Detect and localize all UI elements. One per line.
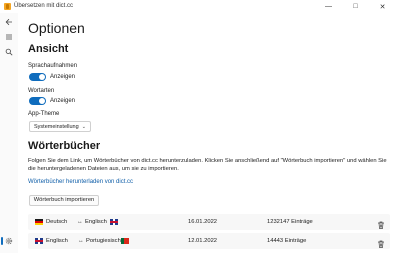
trash-icon[interactable] [376,217,386,229]
sprachaufnahmen-label: Sprachaufnahmen [28,63,78,69]
dictionary-arrow: ↔ [77,219,83,225]
wortarten-toggle[interactable] [29,97,46,105]
dictionary-arrow: ↔ [78,238,84,244]
title-bar: Übersetzen mit dict.cc — □ ✕ [0,0,396,13]
options-page: Optionen Ansicht Sprachaufnahmen Anzeige… [18,13,396,253]
section-heading-woerterbuecher: Wörterbücher [28,140,101,152]
dictionary-entries: 1232147 Einträge [267,219,313,225]
back-arrow-icon[interactable] [0,16,18,28]
dictionary-date: 12.01.2022 [188,238,218,244]
import-dictionary-button[interactable]: Wörterbuch importieren [29,195,99,206]
help-question-icon[interactable]: ? [0,249,18,253]
dictionary-to: Portugiesisch [86,238,121,244]
chevron-down-icon: ⌄ [81,124,86,130]
wortarten-label: Wortarten [28,88,55,94]
download-dictionaries-link[interactable]: Wörterbücher herunterladen von dict.cc [28,178,133,186]
dictionary-row: Deutsch ↔ Englisch 16.01.2022 1232147 Ei… [28,214,390,230]
portugal-flag-icon [121,238,129,244]
woerterbuecher-description: Folgen Sie dem Link, um Wörterbücher von… [28,158,387,172]
app-theme-dropdown[interactable]: Systemeinstellung ⌄ [29,121,91,132]
navigation-sidebar: ? [0,13,18,253]
dictionary-date: 16.01.2022 [188,219,218,225]
hamburger-menu-icon[interactable] [0,31,18,43]
dictionary-to: Englisch [85,219,107,225]
search-icon[interactable] [0,46,18,58]
dictionary-from: Englisch [46,238,68,244]
trash-icon[interactable] [376,236,386,248]
sprachaufnahmen-toggle[interactable] [29,73,46,81]
wortarten-toggle-label: Anzeigen [50,98,76,104]
settings-gear-icon[interactable] [0,235,18,247]
maximize-button[interactable]: □ [342,0,369,13]
section-heading-ansicht: Ansicht [28,43,69,55]
uk-flag-icon [35,238,43,244]
dictionary-entries: 14443 Einträge [267,238,307,244]
sprachaufnahmen-toggle-label: Anzeigen [50,74,76,80]
app-icon [4,3,11,10]
dictionary-from: Deutsch [46,219,68,225]
app-theme-value: Systemeinstellung [34,124,79,130]
window-title: Übersetzen mit dict.cc [14,3,74,9]
page-title: Optionen [28,20,85,36]
minimize-button[interactable]: — [315,0,342,13]
close-button[interactable]: ✕ [369,0,396,13]
dictionary-row: Englisch ↔ Portugiesisch 12.01.2022 1444… [28,233,390,249]
uk-flag-icon [110,219,118,225]
german-flag-icon [35,219,43,225]
app-theme-label: App-Theme [28,111,60,117]
